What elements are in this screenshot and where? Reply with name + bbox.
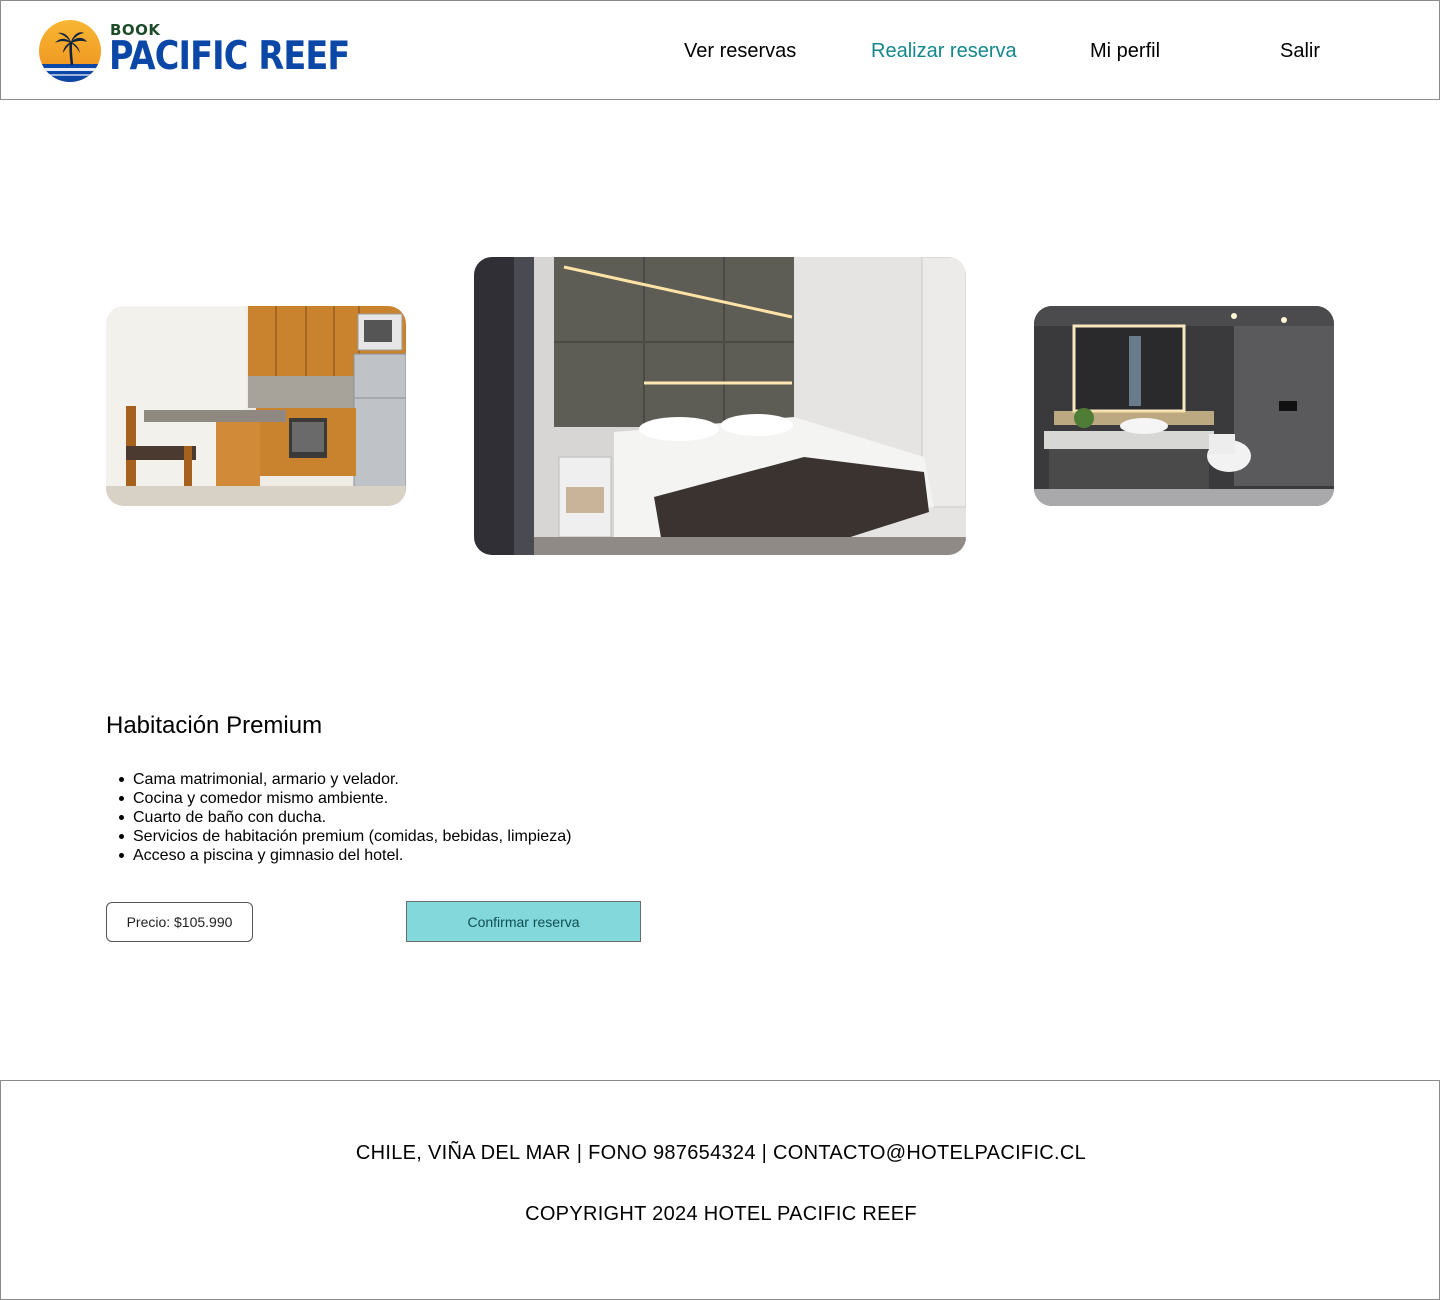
sunset-palm-icon — [39, 20, 101, 82]
nav-realizar-reserva[interactable]: Realizar reserva — [871, 39, 1017, 63]
bedroom-photo[interactable] — [474, 257, 966, 555]
confirm-reservation-button[interactable]: Confirmar reserva — [406, 901, 641, 942]
site-footer: CHILE, VIÑA DEL MAR | FONO 987654324 | C… — [0, 1080, 1440, 1300]
list-item: Cocina y comedor mismo ambiente. — [118, 789, 571, 808]
room-features-list: Cama matrimonial, armario y velador. Coc… — [118, 770, 572, 865]
nav-salir[interactable]: Salir — [1280, 39, 1320, 63]
nav-ver-reservas[interactable]: Ver reservas — [684, 39, 796, 63]
bathroom-photo[interactable] — [1034, 306, 1334, 506]
footer-contact-info: CHILE, VIÑA DEL MAR | FONO 987654324 | C… — [355, 1142, 1087, 1164]
list-item: Acceso a piscina y gimnasio del hotel. — [118, 846, 571, 865]
list-item: Cuarto de baño con ducha. — [118, 808, 571, 827]
pacific-reef-logo[interactable]: BOOK PACIFIC REEF — [37, 18, 350, 84]
room-title: Habitación Premium — [106, 712, 323, 739]
logo-big-text: PACIFIC REEF — [109, 34, 350, 79]
list-item: Servicios de habitación premium (comidas… — [118, 828, 572, 845]
kitchen-photo[interactable] — [106, 306, 406, 506]
list-item: Cama matrimonial, armario y velador. — [118, 770, 571, 789]
footer-copyright: COPYRIGHT 2024 HOTEL PACIFIC REEF — [525, 1203, 917, 1225]
site-header: BOOK PACIFIC REEF Ver reservas Realizar … — [0, 0, 1440, 100]
price-badge: Precio: $105.990 — [106, 902, 253, 942]
nav-mi-perfil[interactable]: Mi perfil — [1090, 39, 1160, 63]
